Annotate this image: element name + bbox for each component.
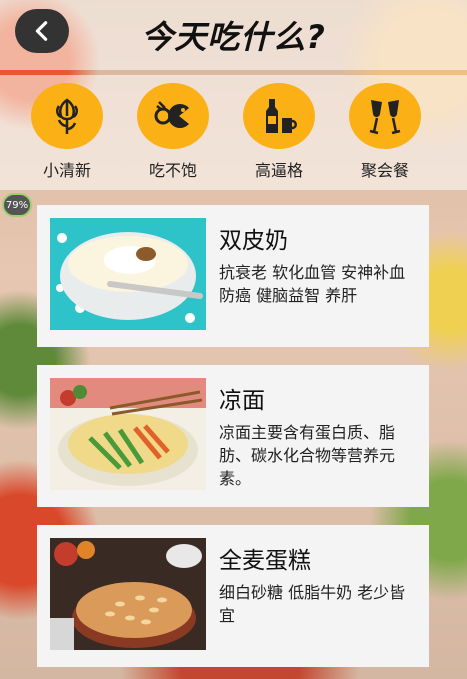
- food-description: 抗衰老 软化血管 安神补血 防癌 健脑益智 养肝: [219, 263, 406, 305]
- double-skin-milk-image: [50, 218, 206, 330]
- category-bar: 小清新 吃不饱 高逼格 聚会餐: [0, 75, 467, 190]
- category-icon-circle: [349, 83, 421, 149]
- food-thumbnail: [50, 538, 206, 650]
- page-title: 今天吃什么?: [141, 18, 326, 56]
- category-label: 高逼格: [254, 161, 303, 180]
- food-description: 凉面主要含有蛋白质、脂肪、碳水化合物等营养元素。: [219, 423, 396, 488]
- progress-badge: 79%: [2, 193, 32, 217]
- category-icon-circle: [31, 83, 103, 149]
- food-thumbnail: [50, 378, 206, 490]
- category-label: 小清新: [42, 161, 91, 180]
- eating-mouth-icon: [154, 101, 189, 128]
- top-bar: 今天吃什么?: [0, 0, 467, 70]
- food-card[interactable]: 双皮奶 抗衰老 软化血管 安神补血 防癌 健脑益智 养肝: [37, 205, 429, 347]
- food-thumbnail: [50, 218, 206, 330]
- category-icon-circle: [137, 83, 209, 149]
- food-name: 双皮奶: [219, 228, 288, 254]
- category-label: 吃不饱: [148, 161, 197, 180]
- flower-icon: [56, 98, 78, 134]
- food-name: 全麦蛋糕: [219, 548, 311, 574]
- cold-noodles-image: [50, 378, 206, 490]
- category-hungry[interactable]: 吃不饱: [128, 83, 218, 181]
- category-icon-circle: [243, 83, 315, 149]
- food-card[interactable]: 凉面 凉面主要含有蛋白质、脂肪、碳水化合物等营养元素。: [37, 365, 429, 507]
- wheat-cake-image: [50, 538, 206, 650]
- cheers-glasses-icon: [369, 100, 401, 135]
- category-fresh[interactable]: 小清新: [22, 83, 112, 181]
- food-card[interactable]: 全麦蛋糕 细白砂糖 低脂牛奶 老少皆宜: [37, 525, 429, 667]
- food-description: 细白砂糖 低脂牛奶 老少皆宜: [219, 583, 406, 625]
- category-party[interactable]: 聚会餐: [340, 83, 430, 181]
- category-label: 聚会餐: [360, 161, 409, 180]
- bottle-cup-icon: [266, 99, 297, 133]
- food-name: 凉面: [219, 388, 265, 414]
- category-classy[interactable]: 高逼格: [234, 83, 324, 181]
